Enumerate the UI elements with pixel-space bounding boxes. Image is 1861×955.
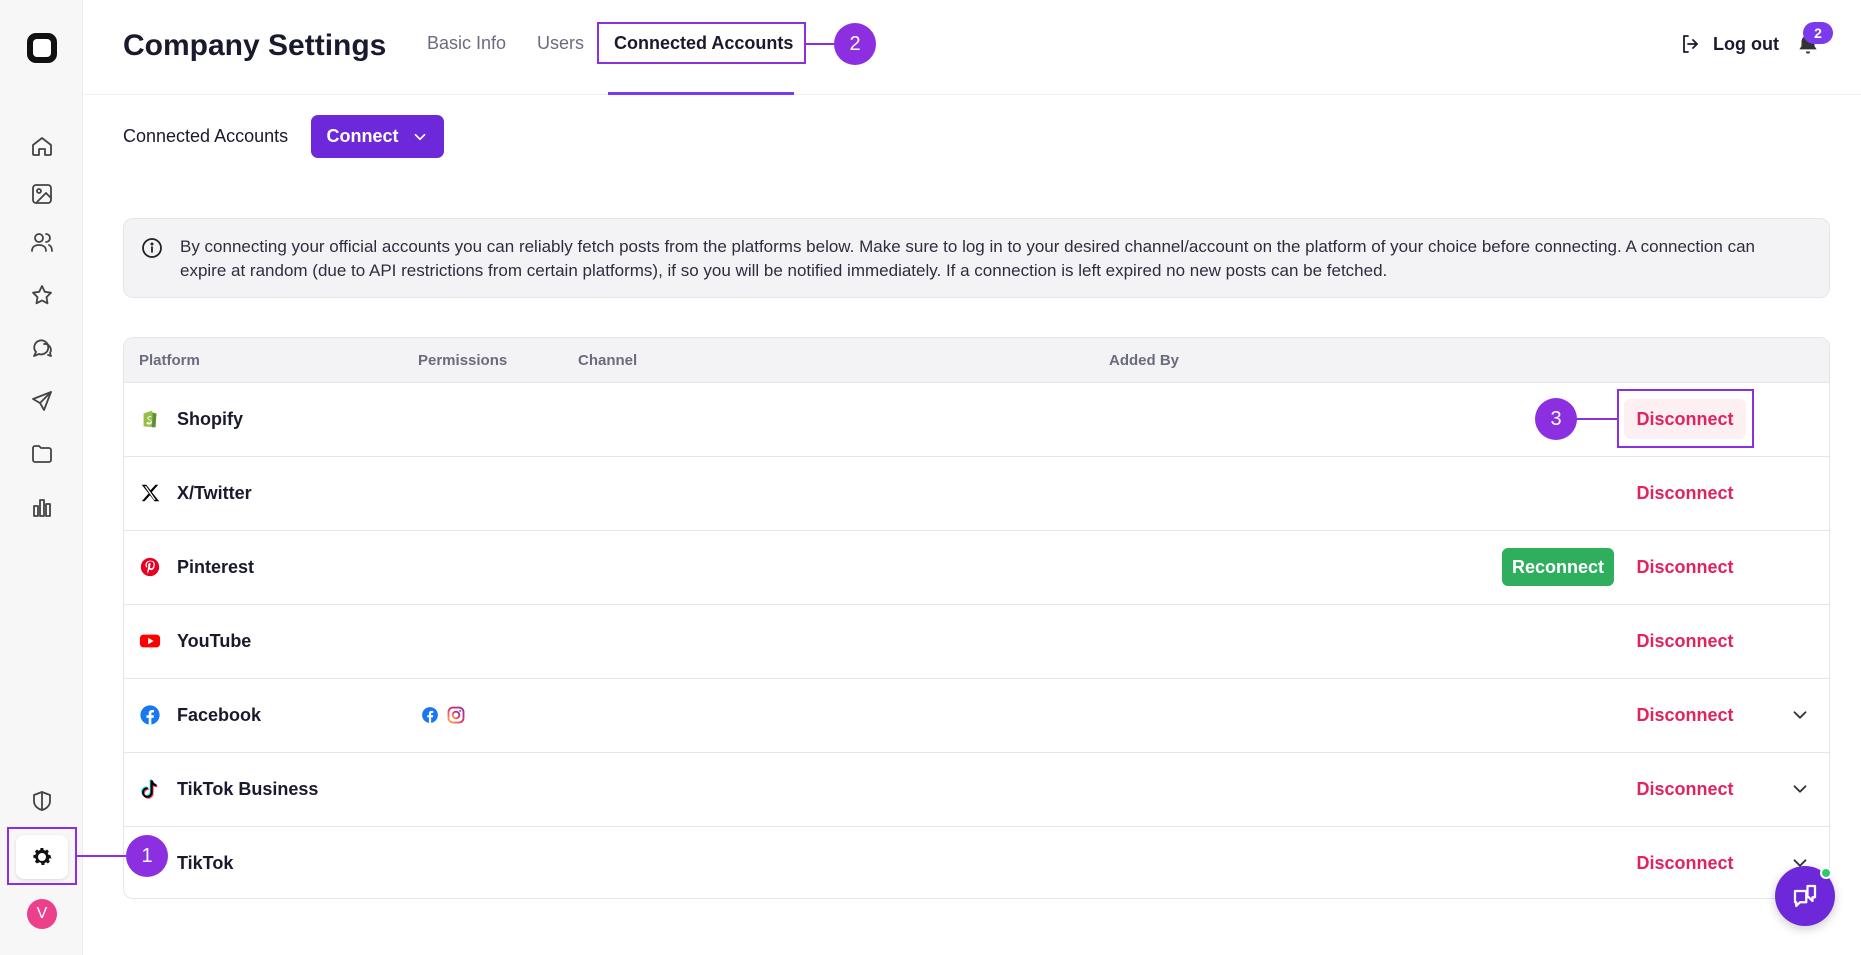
platform-name: Pinterest xyxy=(177,557,255,577)
connect-label: Connect xyxy=(326,126,399,146)
annotation-highlight-disconnect xyxy=(1617,389,1754,448)
column-header-channel: Channel xyxy=(578,352,638,369)
sidebar: V xyxy=(0,0,83,955)
pinterest-icon xyxy=(139,556,161,578)
column-header-permissions: Permissions xyxy=(418,352,508,369)
image-icon[interactable] xyxy=(28,180,56,208)
annotation-connector xyxy=(77,855,129,857)
reconnect-button[interactable]: Reconnect xyxy=(1502,548,1614,586)
folder-icon[interactable] xyxy=(28,440,56,468)
shield-icon[interactable] xyxy=(28,787,56,815)
section-label: Connected Accounts xyxy=(123,126,289,146)
disconnect-button[interactable]: Disconnect xyxy=(1624,473,1746,513)
chat-icon xyxy=(1793,884,1817,908)
avatar[interactable]: V xyxy=(27,899,57,929)
table-row: X/Twitter Disconnect xyxy=(124,457,1829,531)
info-icon xyxy=(140,236,164,260)
disconnect-button[interactable]: Disconnect xyxy=(1624,769,1746,809)
logout-button[interactable]: Log out xyxy=(1679,32,1779,56)
platform-name: Shopify xyxy=(177,409,243,429)
home-icon[interactable] xyxy=(28,132,56,160)
disconnect-button[interactable]: Disconnect xyxy=(1624,843,1746,883)
facebook-icon xyxy=(422,707,438,723)
platform-name: X/Twitter xyxy=(177,483,252,503)
platform-name: YouTube xyxy=(177,631,252,651)
app-logo[interactable] xyxy=(24,30,60,66)
facebook-icon xyxy=(139,704,161,726)
table-row: Pinterest Reconnect Disconnect xyxy=(124,531,1829,605)
table-row: TikTok Disconnect xyxy=(124,827,1829,898)
logout-label: Log out xyxy=(1713,33,1779,54)
x-icon xyxy=(139,482,161,504)
platform-name: Facebook xyxy=(177,705,262,725)
star-icon[interactable] xyxy=(28,281,56,309)
notification-badge: 2 xyxy=(1803,22,1833,44)
active-tab-indicator xyxy=(608,92,794,95)
annotation-highlight-settings xyxy=(7,827,77,885)
chevron-down-icon xyxy=(414,133,425,140)
annotation-connector xyxy=(806,43,836,45)
annotation-marker-2: 2 xyxy=(834,23,876,65)
tiktok-icon xyxy=(139,778,161,800)
shopify-icon xyxy=(139,408,161,430)
annotation-highlight-tab xyxy=(597,22,806,64)
chat-bubbles-icon[interactable] xyxy=(28,334,56,362)
send-icon[interactable] xyxy=(28,387,56,415)
users-icon[interactable] xyxy=(28,228,56,256)
annotation-marker-3: 3 xyxy=(1535,398,1577,440)
header: Company Settings Basic Info Users Connec… xyxy=(84,0,1861,95)
platform-name: TikTok Business xyxy=(177,779,319,799)
table-row: TikTok Business Disconnect xyxy=(124,753,1829,827)
logout-icon xyxy=(1683,35,1698,53)
disconnect-button[interactable]: Disconnect xyxy=(1624,547,1746,587)
instagram-icon xyxy=(447,706,465,724)
connect-button[interactable]: Connect xyxy=(311,115,444,158)
table-row: Facebook Disconnect xyxy=(124,679,1829,753)
column-header-added-by: Added By xyxy=(1109,352,1180,369)
info-text: By connecting your official accounts you… xyxy=(180,237,1755,280)
info-banner: By connecting your official accounts you… xyxy=(123,218,1830,298)
table-row: YouTube Disconnect xyxy=(124,605,1829,679)
annotation-marker-1: 1 xyxy=(126,835,168,877)
disconnect-button[interactable]: Disconnect xyxy=(1624,621,1746,661)
tab-basic-info[interactable]: Basic Info xyxy=(427,33,506,54)
column-header-platform: Platform xyxy=(139,352,200,369)
permission-icons xyxy=(421,706,465,724)
chevron-down-icon[interactable] xyxy=(1789,704,1811,726)
table-header: Platform Permissions Channel Added By xyxy=(124,338,1829,383)
page-title: Company Settings xyxy=(123,29,387,62)
youtube-icon xyxy=(139,630,161,652)
annotation-connector xyxy=(1576,418,1617,420)
tab-users[interactable]: Users xyxy=(537,33,584,54)
platform-name: TikTok xyxy=(177,853,234,873)
online-status-dot xyxy=(1820,867,1832,879)
disconnect-button[interactable]: Disconnect xyxy=(1624,695,1746,735)
chevron-down-icon[interactable] xyxy=(1789,778,1811,800)
analytics-icon[interactable] xyxy=(28,494,56,522)
